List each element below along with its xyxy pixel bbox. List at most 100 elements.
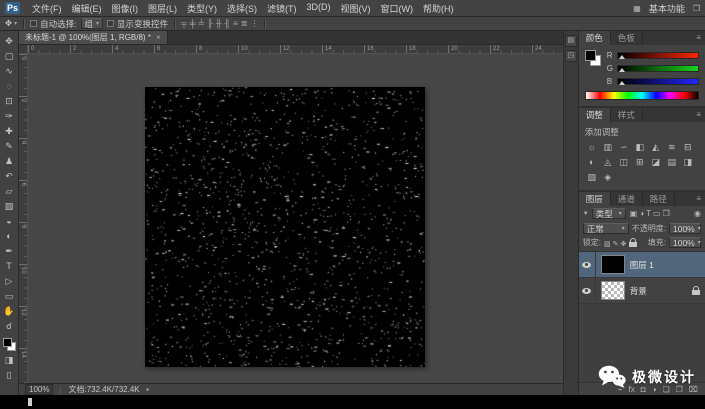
path-selection-tool[interactable]: ▷ — [0, 274, 18, 289]
vibrance-icon[interactable]: ◭ — [648, 140, 664, 155]
blur-tool[interactable]: ◒ — [0, 214, 18, 229]
dodge-tool[interactable]: ◐ — [0, 229, 18, 244]
panel-menu-icon[interactable]: ≡ — [692, 31, 705, 45]
opacity-dropdown[interactable]: 100% ▾ — [669, 223, 701, 234]
move-tool[interactable]: ✥ — [0, 34, 18, 49]
tab-styles[interactable]: 样式 — [611, 108, 643, 122]
slider-track[interactable] — [616, 65, 699, 72]
panel-menu-icon[interactable]: ≡ — [692, 108, 705, 122]
channel-mixer-icon[interactable]: ◫ — [616, 155, 632, 170]
panel-foreground-swatch[interactable] — [584, 50, 596, 61]
layer-row[interactable]: 图层 1 — [578, 252, 705, 278]
document-canvas[interactable] — [145, 87, 425, 367]
menu-item[interactable]: 帮助(H) — [418, 2, 459, 15]
distribute-vertical-icon[interactable]: ≡ — [233, 18, 238, 30]
menu-item[interactable]: 选择(S) — [222, 2, 262, 15]
workspace-selector[interactable]: 基本功能 — [649, 2, 685, 15]
ruler-origin-corner[interactable] — [19, 45, 28, 54]
filter-shape-layers-icon[interactable]: ▭ — [652, 209, 662, 218]
distribute-spacing-icon[interactable]: ⋮ — [250, 18, 258, 30]
filter-type-layers-icon[interactable]: T — [645, 209, 652, 218]
layer-visibility-toggle[interactable] — [579, 252, 596, 277]
align-top-edges-icon[interactable]: ╤ — [181, 18, 187, 30]
slider-thumb-icon[interactable] — [618, 81, 625, 85]
tab-swatches[interactable]: 色板 — [611, 31, 643, 45]
workspace-grid-icon[interactable]: ▦ — [633, 4, 641, 13]
zoom-level-field[interactable]: 100% — [25, 384, 54, 395]
vertical-ruler[interactable]: 0 2 4 6 8 10 12 14 — [19, 54, 28, 383]
photo-filter-icon[interactable]: ◬ — [600, 155, 616, 170]
zoom-tool[interactable]: ☌ — [0, 319, 18, 334]
color-balance-icon[interactable]: ⊟ — [680, 140, 696, 155]
gradient-map-icon[interactable]: ▧ — [584, 170, 600, 185]
blend-mode-dropdown[interactable]: 正常 ▾ — [582, 223, 629, 234]
lock-all-icon[interactable] — [629, 238, 638, 247]
history-brush-tool[interactable]: ↶ — [0, 169, 18, 184]
threshold-icon[interactable]: ◨ — [680, 155, 696, 170]
levels-icon[interactable]: ▥ — [600, 140, 616, 155]
horizontal-ruler[interactable]: 0 2 4 6 8 10 12 14 16 18 20 22 24 — [28, 45, 563, 54]
crop-tool[interactable]: ⊡ — [0, 94, 18, 109]
rectangular-marquee-tool[interactable]: ▢ — [0, 49, 18, 64]
align-left-edges-icon[interactable]: ╟ — [207, 18, 213, 30]
brush-tool[interactable]: ✎ — [0, 139, 18, 154]
quick-selection-tool[interactable]: ◌ — [0, 79, 18, 94]
tab-adjustments[interactable]: 调整 — [578, 108, 611, 122]
window-restore-icon[interactable]: ❐ — [693, 4, 700, 13]
align-bottom-edges-icon[interactable]: ╧ — [198, 18, 204, 30]
tab-channels[interactable]: 通道 — [611, 192, 643, 206]
panel-menu-icon[interactable]: ≡ — [692, 192, 705, 206]
hand-tool[interactable]: ✋ — [0, 304, 18, 319]
filtering-toggle-icon[interactable]: ◉ — [694, 209, 701, 218]
layer-thumbnail[interactable] — [600, 281, 625, 300]
fill-dropdown[interactable]: 100% ▾ — [669, 237, 701, 248]
distribute-horizontal-icon[interactable]: ≣ — [241, 18, 248, 30]
filter-kind-dropdown[interactable]: 类型 ▾ — [591, 208, 626, 219]
menu-item[interactable]: 编辑(E) — [67, 2, 107, 15]
menu-item[interactable]: 文件(F) — [27, 2, 67, 15]
document-tab[interactable]: 未标题-1 @ 100%(图层 1, RGB/8) * × — [19, 31, 168, 44]
slider-track[interactable] — [616, 52, 699, 59]
photoshop-logo[interactable]: Ps — [5, 2, 21, 14]
tab-layers[interactable]: 图层 — [578, 192, 611, 206]
menu-item[interactable]: 视图(V) — [336, 2, 376, 15]
exposure-icon[interactable]: ◧ — [632, 140, 648, 155]
eraser-tool[interactable]: ▱ — [0, 184, 18, 199]
gradient-tool[interactable]: ▨ — [0, 199, 18, 214]
lock-transparent-pixels-icon[interactable]: ▨ — [603, 241, 612, 248]
layer-visibility-toggle[interactable] — [579, 278, 596, 303]
pen-tool[interactable]: ✒ — [0, 244, 18, 259]
selective-color-icon[interactable]: ◈ — [600, 170, 616, 185]
menu-item[interactable]: 窗口(W) — [376, 2, 419, 15]
panel-color-swatches[interactable] — [584, 50, 601, 66]
slider-track[interactable] — [616, 78, 699, 85]
color-spectrum-ramp[interactable] — [584, 91, 699, 100]
menu-item[interactable]: 图像(I) — [107, 2, 144, 15]
brightness-contrast-icon[interactable]: ☼ — [584, 140, 600, 155]
tab-paths[interactable]: 路径 — [643, 192, 675, 206]
tab-close-icon[interactable]: × — [156, 33, 161, 42]
properties-panel-icon[interactable]: ◳ — [564, 50, 577, 62]
canvas-viewport[interactable] — [28, 54, 563, 383]
posterize-icon[interactable]: ▤ — [664, 155, 680, 170]
foreground-background-swatches[interactable] — [2, 338, 16, 351]
eyedropper-tool[interactable]: ✑ — [0, 109, 18, 124]
layer-thumbnail[interactable] — [600, 255, 625, 274]
spot-healing-brush-tool[interactable]: ✚ — [0, 124, 18, 139]
clone-stamp-tool[interactable]: ♟ — [0, 154, 18, 169]
lock-position-icon[interactable]: ✥ — [620, 241, 628, 248]
filter-pixel-layers-icon[interactable]: ▣ — [629, 209, 639, 218]
quick-mask-button[interactable]: ◨ — [0, 353, 18, 368]
align-vertical-centers-icon[interactable]: ╪ — [190, 18, 196, 30]
history-panel-icon[interactable]: ▤ — [564, 35, 577, 47]
status-flyout-icon[interactable]: ▸ — [147, 386, 150, 393]
lock-image-pixels-icon[interactable]: ✎ — [612, 241, 620, 248]
show-transform-checkbox[interactable]: 显示变换控件 — [107, 18, 168, 30]
menu-item[interactable]: 滤镜(T) — [262, 2, 302, 15]
align-right-edges-icon[interactable]: ╢ — [224, 18, 230, 30]
hue-saturation-icon[interactable]: ≋ — [664, 140, 680, 155]
tab-color[interactable]: 颜色 — [578, 31, 611, 45]
menu-item[interactable]: 图层(L) — [143, 2, 182, 15]
black-white-icon[interactable]: ◐ — [584, 155, 600, 170]
align-horizontal-centers-icon[interactable]: ╫ — [216, 18, 222, 30]
